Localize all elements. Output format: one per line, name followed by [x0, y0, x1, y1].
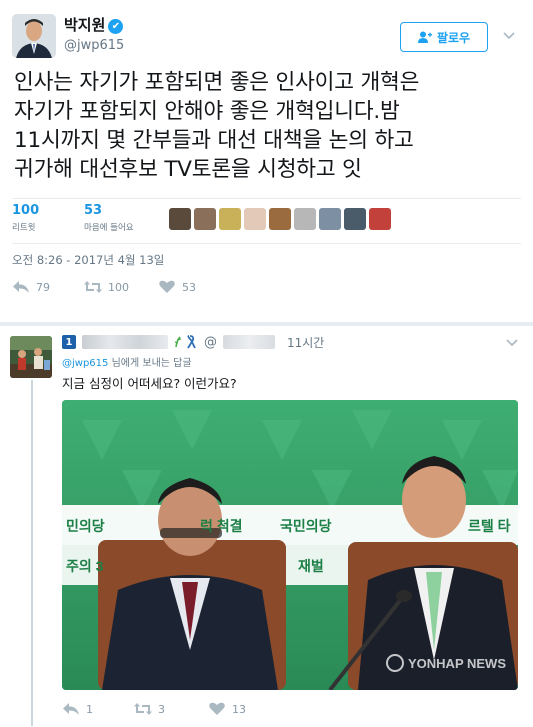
signage-text: 재벌 [298, 558, 324, 574]
display-name-text[interactable]: 박지원 [64, 16, 105, 34]
follow-label: 팔로우 [436, 30, 471, 45]
retweet-action-count: 3 [158, 702, 165, 716]
liker-avatar[interactable] [319, 208, 341, 230]
reply-icon [13, 281, 29, 293]
like-button[interactable]: 53 [158, 280, 196, 294]
tweet-text-line: 11시까지 몇 간부들과 대선 대책을 논의 하고 [14, 128, 414, 153]
like-label: 마음에 들어요 [84, 223, 134, 233]
reply-count: 1 [86, 702, 93, 716]
like-action-count: 53 [182, 280, 196, 294]
retweet-stat[interactable]: 100 리트윗 [12, 203, 39, 233]
retweet-icon [134, 703, 152, 715]
heart-icon [159, 280, 175, 293]
retweet-button[interactable]: 3 [134, 702, 165, 716]
reply-header: 1 @ 11시간 [62, 334, 324, 350]
liker-avatar[interactable] [244, 208, 266, 230]
watermark-text: YONHAP NEWS [408, 655, 506, 671]
signage-text: 국민의당 [280, 518, 332, 534]
tweet-text-line: 인사는 자기가 포함되면 좋은 인사이고 개혁은 [14, 70, 420, 95]
tweet-text-line: 자기가 포함되지 안해야 좋은 개혁입니다.밤 [14, 99, 400, 124]
retweet-icon [84, 281, 102, 293]
reply-icon [63, 703, 79, 715]
redacted-display-name[interactable] [82, 335, 168, 349]
reply-avatar[interactable] [10, 336, 52, 378]
press-photo [62, 400, 518, 690]
reply-to-mention[interactable]: @jwp615 [62, 358, 108, 369]
reply-count: 79 [36, 280, 50, 294]
follow-button[interactable]: 팔로우 [400, 22, 488, 52]
liker-avatar[interactable] [194, 208, 216, 230]
handle-at: @ [204, 334, 217, 350]
liker-avatar[interactable] [169, 208, 191, 230]
liker-avatar[interactable] [269, 208, 291, 230]
signage-text: 민의당 [66, 518, 105, 534]
author-avatar[interactable] [12, 14, 56, 58]
reply-button[interactable]: 1 [62, 702, 93, 716]
retweet-count: 100 [12, 203, 40, 218]
reply-photo[interactable]: 민의당 럭 척결 국민의당 르텔 타 주의 3 재벌 YONHAP NEWS [62, 400, 518, 690]
tweet-actions: 79 100 53 [12, 280, 312, 300]
reply-actions: 1 3 13 [62, 702, 362, 722]
retweet-action-count: 100 [108, 280, 129, 294]
like-stat[interactable]: 53 마음에 들어요 [84, 203, 134, 233]
reply-time[interactable]: 11시간 [287, 334, 324, 351]
signage-text: 럭 척결 [200, 518, 243, 534]
liker-avatar[interactable] [294, 208, 316, 230]
liker-avatar[interactable] [219, 208, 241, 230]
tweet-text-line: 귀가해 대선후보 TV토론을 시청하고 잇 [14, 157, 362, 182]
signage-text: 르텔 타 [468, 518, 511, 534]
tweet-text: 인사는 자기가 포함되면 좋은 인사이고 개혁은 자기가 포함되지 안해야 좋은… [14, 68, 529, 184]
reply-to-suffix: 님에게 보내는 답글 [108, 358, 192, 369]
tweet-stats: 100 리트윗 53 마음에 들어요 [12, 198, 521, 244]
ribbon-icon [174, 335, 196, 349]
retweet-label: 리트윗 [12, 223, 36, 233]
liker-avatar[interactable] [344, 208, 366, 230]
like-action-count: 13 [232, 702, 246, 716]
yonhap-logo-icon [386, 654, 404, 672]
main-tweet: 박지원 ✔ @jwp615 팔로우 인사는 자기가 포함되면 좋은 인사이고 개혁… [0, 0, 533, 322]
verified-icon: ✔ [108, 19, 124, 34]
reply-tweet[interactable]: 1 @ 11시간 @jwp615 님에게 보내는 답글 지금 심정이 어떠세요?… [0, 326, 533, 727]
like-button[interactable]: 13 [208, 702, 246, 716]
reply-button[interactable]: 79 [12, 280, 50, 294]
redacted-handle[interactable] [223, 335, 275, 349]
signage-text: 주의 3 [66, 558, 104, 574]
watermark: YONHAP NEWS [386, 654, 506, 672]
like-count: 53 [84, 203, 103, 218]
retweet-button[interactable]: 100 [84, 280, 129, 294]
user-badge: 1 [62, 335, 76, 349]
thread-line [31, 380, 33, 726]
heart-icon [209, 702, 225, 715]
chevron-down-icon[interactable] [502, 28, 516, 42]
liker-avatars [169, 208, 391, 230]
replying-to: @jwp615 님에게 보내는 답글 [62, 354, 192, 369]
tweet-timestamp[interactable]: 오전 8:26 - 2017년 4월 13일 [12, 252, 164, 268]
author-display-name[interactable]: 박지원 ✔ [64, 14, 124, 35]
reply-text: 지금 심정이 어떠세요? 이런가요? [62, 376, 237, 391]
liker-avatar[interactable] [369, 208, 391, 230]
add-user-icon [417, 31, 432, 43]
author-handle[interactable]: @jwp615 [64, 38, 124, 53]
chevron-down-icon[interactable] [505, 335, 519, 349]
